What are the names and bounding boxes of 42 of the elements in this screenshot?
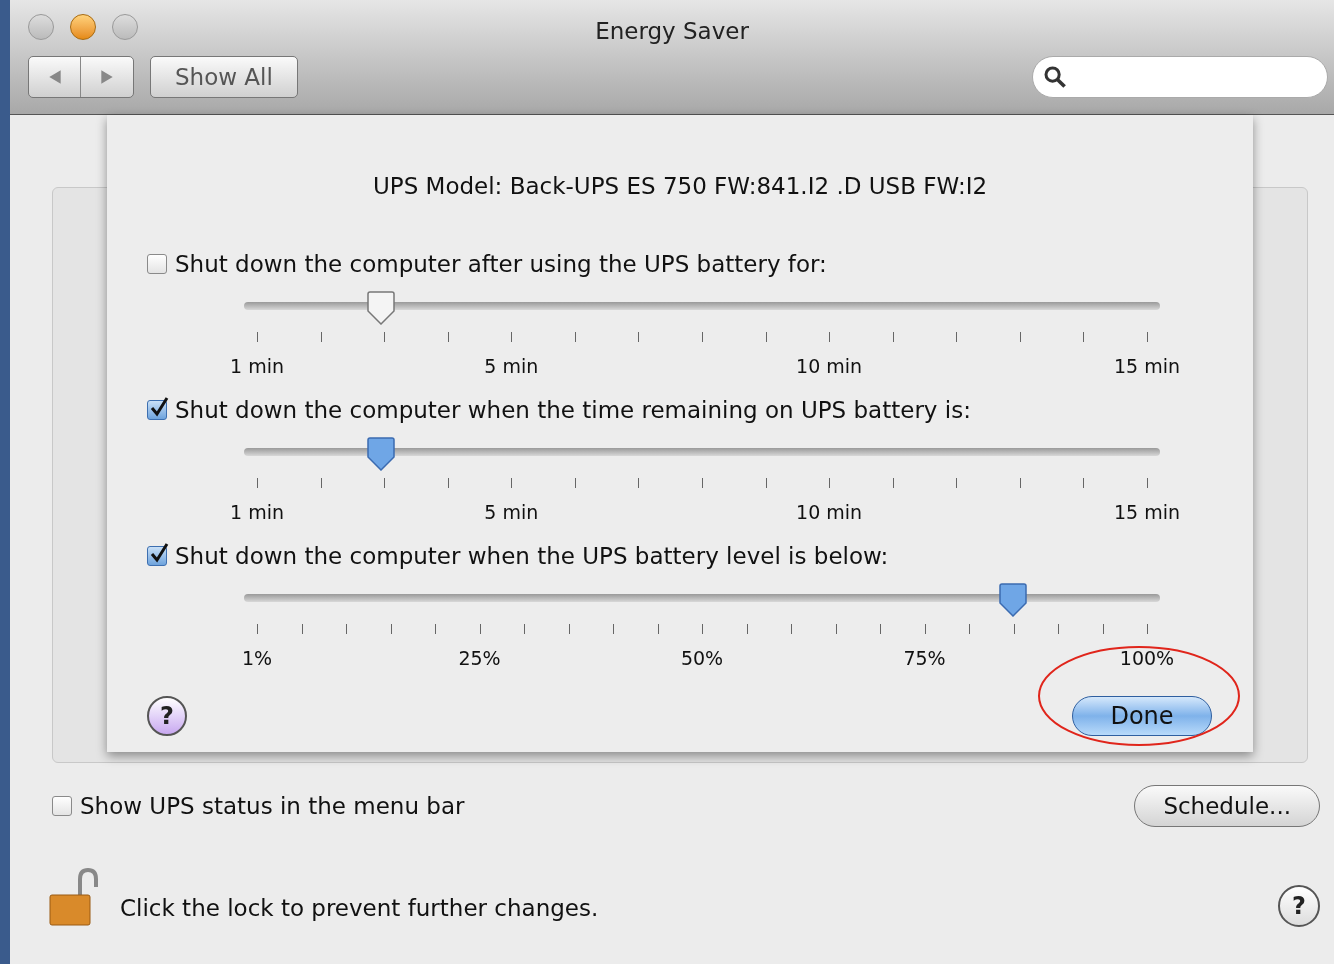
checkbox[interactable] bbox=[52, 796, 72, 816]
lock-text: Click the lock to prevent further changes. bbox=[120, 893, 599, 923]
search-field[interactable] bbox=[1032, 56, 1328, 98]
tick-label: 100% bbox=[1119, 645, 1175, 670]
zoom-button[interactable] bbox=[112, 14, 138, 40]
slider[interactable] bbox=[244, 435, 1160, 472]
tick-label: 25% bbox=[458, 645, 501, 670]
schedule-button[interactable]: Schedule... bbox=[1134, 785, 1320, 827]
slider-thumb[interactable] bbox=[366, 290, 397, 325]
tick-label: 5 min bbox=[484, 353, 539, 378]
show-all-button[interactable]: Show All bbox=[150, 56, 298, 98]
tick-label: 50% bbox=[680, 645, 724, 670]
search-icon bbox=[1043, 65, 1067, 89]
slider[interactable] bbox=[244, 289, 1160, 326]
tick-label: 1 min bbox=[230, 499, 284, 524]
option-label: Shut down the computer when the UPS battery level is below: bbox=[175, 541, 889, 570]
minimize-button[interactable] bbox=[70, 14, 96, 40]
option-label: Shut down the computer after using the UPS battery for: bbox=[175, 249, 827, 278]
tick-label: 15 min bbox=[1114, 499, 1180, 524]
option-label: Shut down the computer when the time remaining on UPS battery is: bbox=[175, 395, 971, 424]
checkbox[interactable] bbox=[147, 399, 167, 420]
checkbox[interactable] bbox=[147, 253, 167, 274]
tick-label: 1 min bbox=[230, 353, 284, 378]
done-button[interactable]: Done bbox=[1072, 695, 1212, 736]
close-button[interactable] bbox=[28, 14, 54, 40]
slider-thumb[interactable] bbox=[998, 582, 1029, 617]
ups-model-text: UPS Model: Back-UPS ES 750 FW:841.I2 .D USB FW:I2 bbox=[371, 172, 989, 201]
tick-label: 1% bbox=[241, 645, 273, 670]
tick-label: 5 min bbox=[484, 499, 539, 524]
right-triangle-icon bbox=[100, 69, 114, 85]
window-title: Energy Saver bbox=[595, 17, 749, 46]
slider[interactable] bbox=[244, 581, 1160, 618]
left-triangle-icon bbox=[47, 69, 62, 85]
help-button[interactable]: ? bbox=[147, 695, 187, 736]
tick-label: 10 min bbox=[796, 499, 863, 524]
tick-label: 15 min bbox=[1114, 353, 1180, 378]
status-checkbox-label: Show UPS status in the menu bar bbox=[80, 791, 465, 821]
tick-label: 10 min bbox=[796, 353, 863, 378]
checkbox[interactable] bbox=[147, 545, 167, 566]
help-button[interactable]: ? bbox=[1278, 885, 1320, 927]
slider-thumb[interactable] bbox=[366, 436, 397, 471]
tick-label: 75% bbox=[903, 645, 946, 670]
